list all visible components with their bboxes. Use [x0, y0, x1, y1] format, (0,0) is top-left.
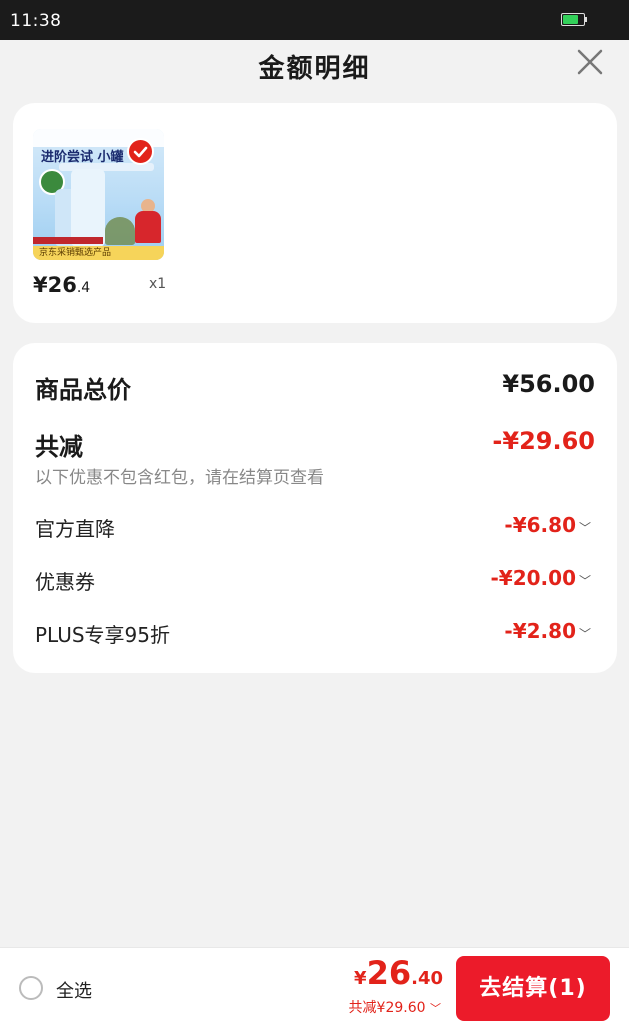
- discount-note: 以下优惠不包含红包，请在结算页查看: [35, 468, 324, 488]
- discount-value: -¥2.80: [504, 619, 576, 643]
- product-card: 进阶尝试 小罐 京东采销甄选产品 ¥26.4 x1: [13, 103, 617, 323]
- chevron-down-icon[interactable]: ﹀: [579, 574, 591, 588]
- reduce-label: 共减: [35, 433, 83, 461]
- page-title: 金额明细: [258, 54, 371, 84]
- select-all-label[interactable]: 全选: [56, 977, 92, 1003]
- discount-summary[interactable]: 共减¥29.60 ﹀: [349, 997, 441, 1017]
- reduce-value: -¥29.60: [492, 427, 595, 455]
- discount-row-official[interactable]: 官方直降 -¥6.80 ﹀: [35, 513, 595, 541]
- checkout-bar: 全选 ¥26.40 共减¥29.60 ﹀ 去结算(1): [0, 947, 629, 1034]
- checkout-button[interactable]: 去结算(1): [456, 956, 610, 1021]
- product-image-band: 京东采销甄选产品: [33, 246, 164, 260]
- close-icon[interactable]: [574, 46, 606, 78]
- chevron-down-icon[interactable]: ﹀: [430, 1002, 441, 1015]
- discount-value: -¥20.00: [490, 566, 576, 590]
- status-time: 11:38: [10, 11, 62, 31]
- amount-summary-card: 商品总价 ¥56.00 共减 -¥29.60 以下优惠不包含红包，请在结算页查看…: [13, 343, 617, 673]
- chevron-down-icon[interactable]: ﹀: [579, 521, 591, 535]
- discount-label: PLUS专享95折: [35, 623, 170, 647]
- product-quantity: x1: [149, 276, 167, 292]
- status-bar: 11:38: [0, 0, 629, 40]
- total-amount: ¥26.40: [354, 954, 443, 992]
- total-value: ¥56.00: [502, 370, 595, 398]
- discount-row-plus[interactable]: PLUS专享95折 -¥2.80 ﹀: [35, 619, 595, 647]
- discount-row-coupon[interactable]: 优惠券 -¥20.00 ﹀: [35, 566, 595, 594]
- product-price: ¥26.4: [33, 273, 91, 297]
- discount-label: 优惠券: [35, 570, 95, 594]
- discount-label: 官方直降: [35, 517, 115, 541]
- total-label: 商品总价: [35, 376, 131, 404]
- page-header: 金额明细: [0, 40, 629, 90]
- battery-icon: [561, 13, 587, 26]
- chevron-down-icon[interactable]: ﹀: [579, 627, 591, 641]
- check-circle-icon[interactable]: [127, 138, 154, 165]
- radio-icon[interactable]: [19, 976, 43, 1000]
- discount-value: -¥6.80: [504, 513, 576, 537]
